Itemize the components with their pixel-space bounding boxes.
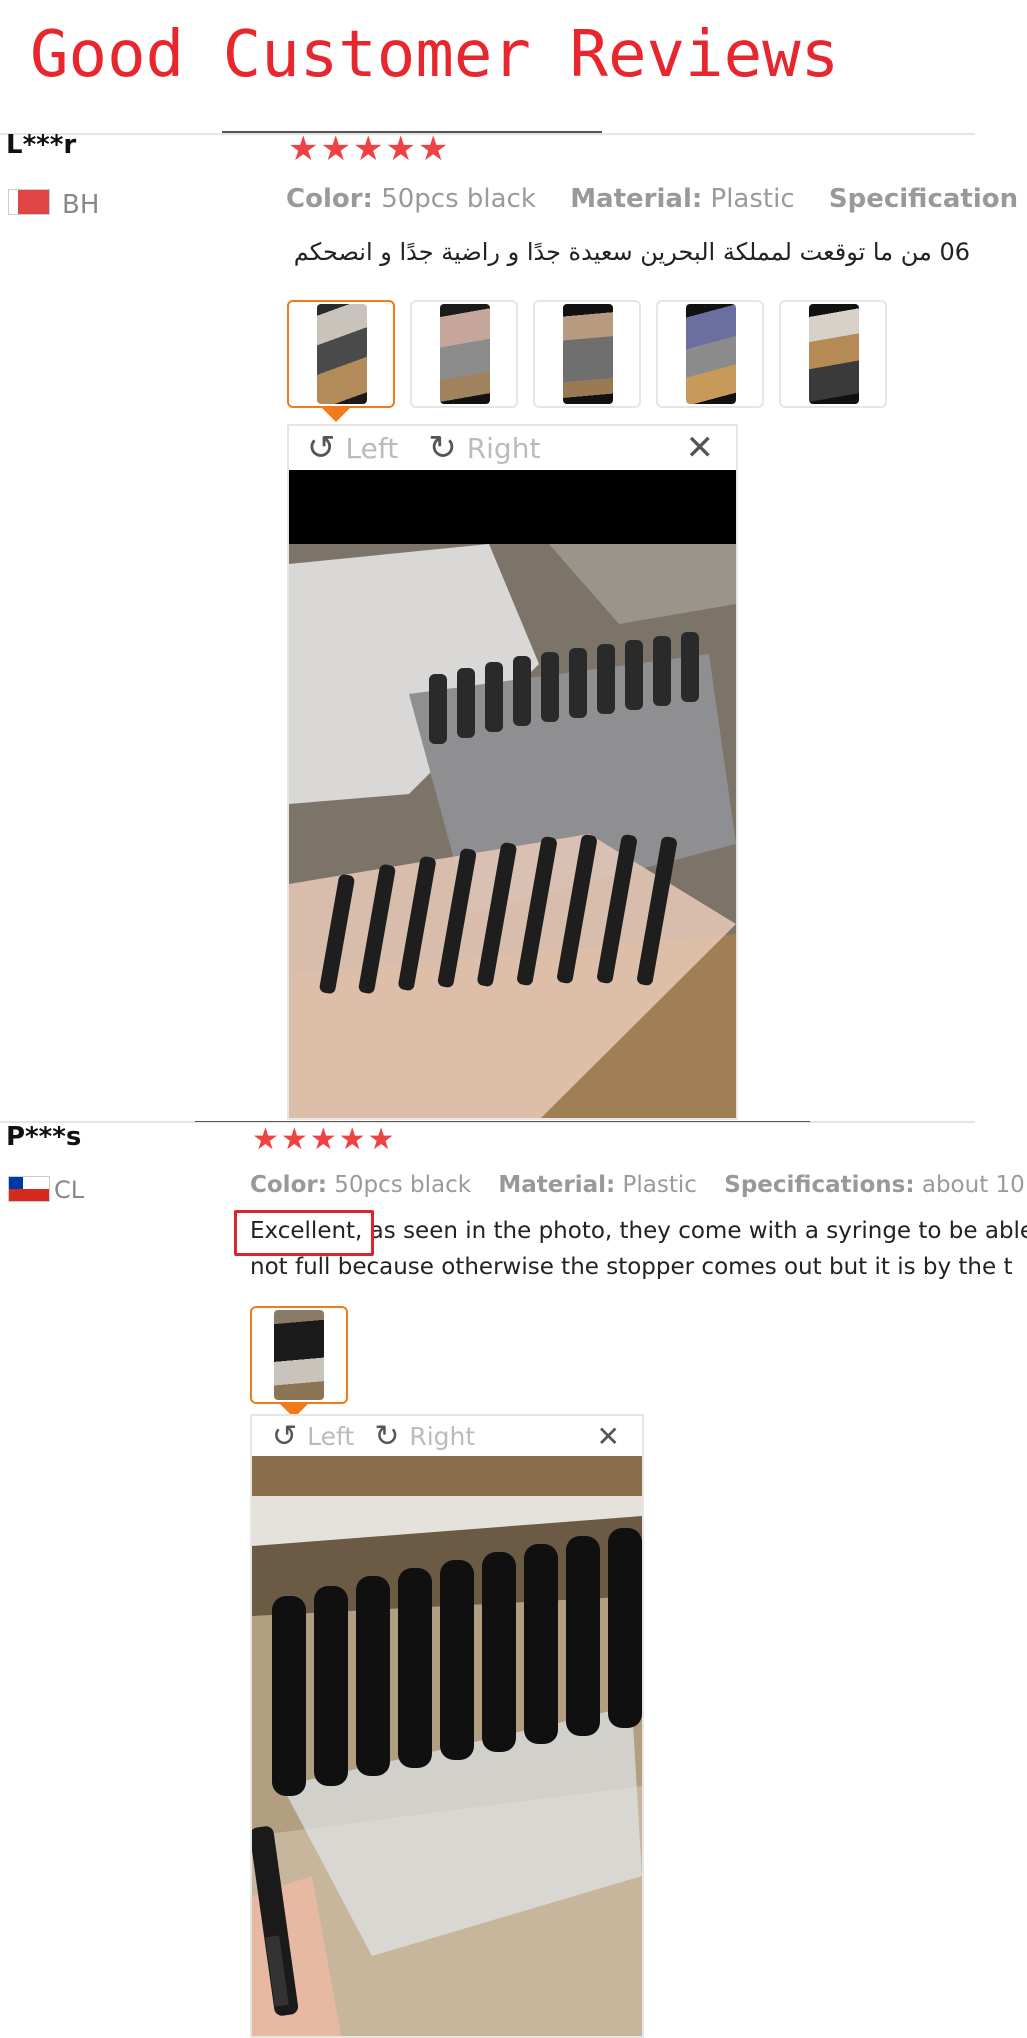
attr-value-material: Plastic bbox=[710, 184, 795, 214]
attr-value-color: 50pcs black bbox=[381, 184, 536, 214]
flag-icon bbox=[8, 1176, 50, 1202]
rotate-right-label: Right bbox=[466, 431, 541, 465]
viewer-toolbar: ↺ Left ↻ Right ✕ bbox=[289, 426, 736, 470]
rotate-left-button[interactable]: ↺ Left bbox=[272, 1419, 354, 1454]
star-icon: ★ bbox=[252, 1122, 279, 1157]
photo-thumbnail[interactable] bbox=[656, 300, 764, 408]
viewer-image bbox=[252, 1456, 642, 2036]
attr-value-color: 50pcs black bbox=[334, 1172, 472, 1198]
star-icon: ★ bbox=[417, 129, 449, 169]
star-icon: ★ bbox=[352, 129, 384, 169]
star-icon: ★ bbox=[367, 1122, 395, 1157]
thumbnail-image bbox=[274, 1310, 324, 1400]
viewer-image bbox=[289, 470, 736, 1118]
thumbnail-image bbox=[563, 304, 613, 404]
rating-stars: ★★★★★ bbox=[288, 132, 450, 166]
star-icon: ★ bbox=[338, 1122, 366, 1157]
star-icon: ★ bbox=[288, 129, 319, 169]
rotate-right-icon: ↻ bbox=[374, 1418, 400, 1454]
photo-thumbnail[interactable] bbox=[287, 300, 395, 408]
rotate-right-button[interactable]: ↻ Right bbox=[428, 428, 540, 468]
attr-label-color: Color: bbox=[286, 184, 373, 214]
star-icon: ★ bbox=[280, 1122, 308, 1157]
flag-icon bbox=[8, 189, 50, 215]
rotate-left-icon: ↺ bbox=[307, 428, 336, 468]
rotate-left-button[interactable]: ↺ Left bbox=[307, 428, 398, 468]
thumbnail-image bbox=[440, 304, 490, 404]
product-photo bbox=[289, 544, 736, 1118]
reviewer-name: P***s bbox=[6, 1122, 82, 1152]
sku-attributes: Color: 50pcs black Material: Plastic Spe… bbox=[250, 1172, 1026, 1198]
reviewer-name: L***r bbox=[6, 130, 77, 160]
product-photo bbox=[252, 1456, 642, 2036]
attr-label-specifications: Specifications: bbox=[724, 1172, 915, 1198]
attr-label-color: Color: bbox=[250, 1172, 327, 1198]
rotate-right-icon: ↻ bbox=[428, 428, 457, 468]
photo-thumbnail[interactable] bbox=[250, 1306, 348, 1404]
thumbnail-image bbox=[809, 304, 859, 404]
viewer-toolbar: ↺ Left ↻ Right ✕ bbox=[252, 1416, 642, 1456]
attr-value-specifications: about 10ml bbox=[921, 1172, 1026, 1198]
active-thumb-caret bbox=[322, 408, 350, 422]
thumbnail-image bbox=[317, 304, 367, 404]
rotate-left-label: Left bbox=[345, 431, 399, 465]
rotate-left-label: Left bbox=[307, 1421, 355, 1451]
review-text-line-2: not full because otherwise the stopper c… bbox=[250, 1254, 1013, 1280]
close-icon[interactable]: ✕ bbox=[597, 1420, 620, 1453]
attr-label-specification: Specification bbox=[828, 184, 1019, 214]
star-icon: ★ bbox=[309, 1122, 337, 1157]
attr-label-material: Material: bbox=[570, 184, 703, 214]
rotate-right-button[interactable]: ↻ Right bbox=[374, 1419, 475, 1454]
attr-label-material: Material: bbox=[498, 1172, 616, 1198]
photo-viewer: ↺ Left ↻ Right ✕ bbox=[250, 1414, 644, 2038]
banner-title: Good Customer Reviews bbox=[30, 18, 840, 92]
star-icon: ★ bbox=[385, 129, 416, 169]
reviewer-country: BH bbox=[62, 190, 100, 220]
photo-thumbnail[interactable] bbox=[779, 300, 887, 408]
photo-thumbnail[interactable] bbox=[533, 300, 641, 408]
photo-thumbnail[interactable] bbox=[410, 300, 518, 408]
attr-value-material: Plastic bbox=[622, 1172, 697, 1198]
rotate-right-label: Right bbox=[409, 1421, 476, 1451]
rating-stars: ★★★★★ bbox=[252, 1123, 397, 1157]
close-icon[interactable]: ✕ bbox=[686, 428, 715, 468]
star-icon: ★ bbox=[320, 129, 351, 169]
photo-viewer: ↺ Left ↻ Right ✕ bbox=[287, 424, 738, 1120]
review-text: 06 من ما توقعت لمملكة البحرين سعيدة جدًا… bbox=[290, 238, 970, 266]
highlight-box bbox=[234, 1210, 374, 1256]
section-divider bbox=[0, 133, 975, 135]
thumbnail-image bbox=[686, 304, 736, 404]
sku-attributes: Color: 50pcs black Material: Plastic Spe… bbox=[286, 184, 1026, 214]
reviewer-country: CL bbox=[54, 1176, 85, 1204]
rotate-left-icon: ↺ bbox=[272, 1418, 298, 1454]
